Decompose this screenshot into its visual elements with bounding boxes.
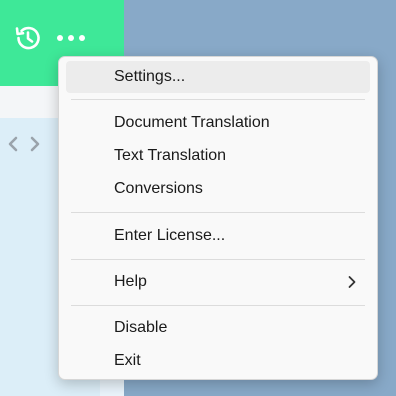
menu-label-document-translation: Document Translation bbox=[114, 114, 270, 131]
more-horizontal-icon[interactable] bbox=[54, 26, 90, 50]
menu-label-settings: Settings... bbox=[114, 68, 186, 85]
menu-label-exit: Exit bbox=[114, 352, 141, 369]
history-icon[interactable] bbox=[12, 22, 44, 54]
menu-item-help[interactable]: Help bbox=[66, 266, 370, 298]
menu-separator bbox=[71, 99, 365, 100]
menu-label-disable: Disable bbox=[114, 319, 168, 336]
menu-separator bbox=[71, 212, 365, 213]
chevron-right-icon bbox=[346, 274, 358, 290]
menu-item-document-translation[interactable]: Document Translation bbox=[66, 107, 370, 139]
code-brackets-icon[interactable] bbox=[6, 134, 42, 154]
menu-item-enter-license[interactable]: Enter License... bbox=[66, 220, 370, 252]
menu-label-help: Help bbox=[114, 273, 147, 290]
menu-label-enter-license: Enter License... bbox=[114, 227, 226, 244]
menu-label-conversions: Conversions bbox=[114, 180, 203, 197]
context-menu: Settings... Document Translation Text Tr… bbox=[58, 56, 378, 380]
screen: Settings... Document Translation Text Tr… bbox=[0, 0, 396, 396]
menu-item-text-translation[interactable]: Text Translation bbox=[66, 140, 370, 172]
menu-item-disable[interactable]: Disable bbox=[66, 312, 370, 344]
menu-separator bbox=[71, 305, 365, 306]
menu-item-exit[interactable]: Exit bbox=[66, 345, 370, 377]
menu-label-text-translation: Text Translation bbox=[114, 147, 227, 164]
menu-separator bbox=[71, 259, 365, 260]
menu-item-conversions[interactable]: Conversions bbox=[66, 173, 370, 205]
menu-item-settings[interactable]: Settings... bbox=[66, 61, 370, 93]
